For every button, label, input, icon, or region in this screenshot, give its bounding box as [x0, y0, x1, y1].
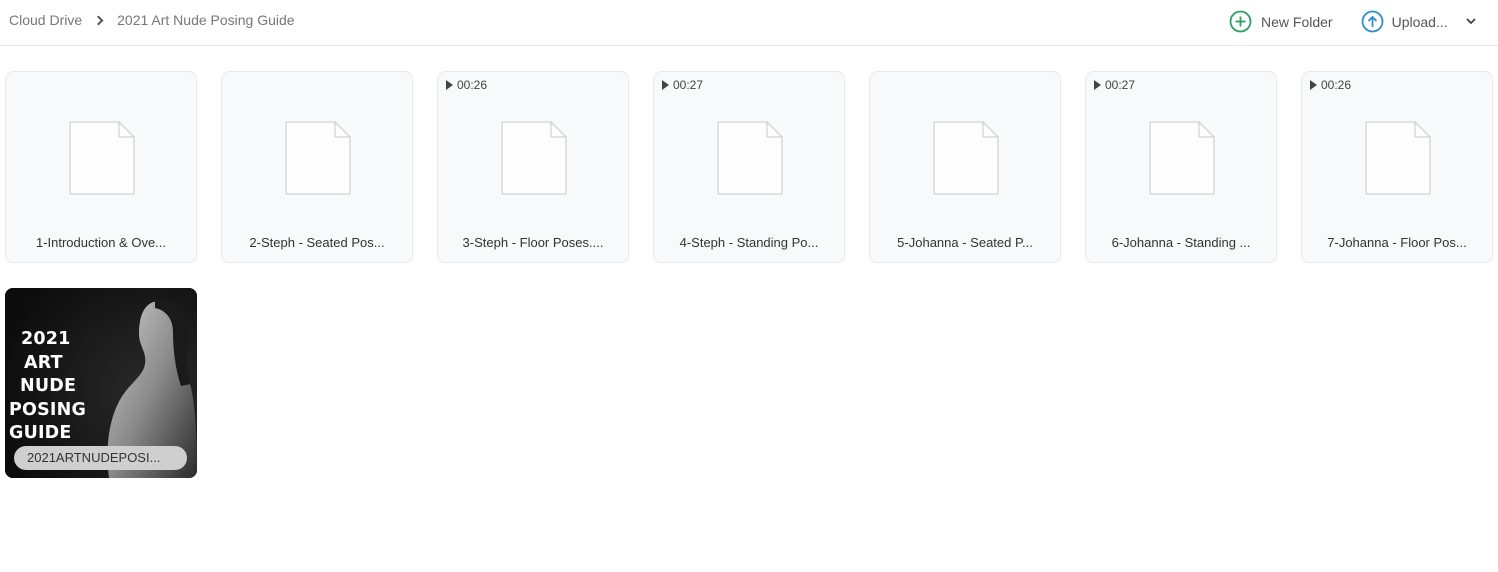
- poster-line: GUIDE: [9, 423, 72, 443]
- file-tile[interactable]: 5-Johanna - Seated P...: [869, 71, 1061, 263]
- video-file-tile[interactable]: 00:27 4-Steph - Standing Po...: [653, 71, 845, 263]
- play-icon: [662, 80, 669, 90]
- duration-text: 00:26: [1321, 78, 1352, 92]
- file-name: 7-Johanna - Floor Pos...: [1327, 235, 1467, 250]
- file-icon: [285, 121, 351, 195]
- poster-line: 2021: [21, 329, 71, 349]
- new-folder-button[interactable]: New Folder: [1229, 10, 1333, 33]
- breadcrumb-root[interactable]: Cloud Drive: [9, 12, 82, 28]
- file-name: 6-Johanna - Standing ...: [1111, 235, 1251, 250]
- file-icon: [933, 121, 999, 195]
- poster-line: POSING: [9, 399, 87, 420]
- top-bar: Cloud Drive 2021 Art Nude Posing Guide N…: [0, 0, 1498, 46]
- duration-text: 00:27: [673, 78, 704, 92]
- breadcrumb-current: 2021 Art Nude Posing Guide: [117, 12, 295, 28]
- file-icon: [501, 121, 567, 195]
- poster-title: 2021 ART NUDE POSING GUIDE: [9, 328, 86, 446]
- video-duration: 00:26: [1310, 78, 1351, 92]
- file-name: 2-Steph - Seated Pos...: [249, 235, 385, 250]
- play-icon: [446, 80, 453, 90]
- image-file-name: 2021ARTNUDEPOSI...: [14, 446, 187, 470]
- new-folder-label: New Folder: [1261, 13, 1333, 30]
- file-icon: [717, 121, 783, 195]
- file-name: 1-Introduction & Ove...: [35, 235, 167, 250]
- file-name: 5-Johanna - Seated P...: [897, 235, 1033, 250]
- video-duration: 00:27: [662, 78, 703, 92]
- video-duration: 00:27: [1094, 78, 1135, 92]
- file-name: 4-Steph - Standing Po...: [679, 235, 819, 250]
- upload-button[interactable]: Upload...: [1361, 10, 1477, 33]
- plus-circle-icon: [1229, 10, 1252, 33]
- chevron-down-icon[interactable]: [1465, 16, 1477, 28]
- play-icon: [1094, 80, 1101, 90]
- duration-text: 00:27: [1105, 78, 1136, 92]
- file-tile[interactable]: 2-Steph - Seated Pos...: [221, 71, 413, 263]
- file-tile[interactable]: 1-Introduction & Ove...: [5, 71, 197, 263]
- video-file-tile[interactable]: 00:26 7-Johanna - Floor Pos...: [1301, 71, 1493, 263]
- poster-line: NUDE: [20, 376, 77, 396]
- duration-text: 00:26: [457, 78, 488, 92]
- breadcrumb: Cloud Drive 2021 Art Nude Posing Guide: [9, 12, 295, 28]
- play-icon: [1310, 80, 1317, 90]
- file-icon: [1149, 121, 1215, 195]
- video-file-tile[interactable]: 00:27 6-Johanna - Standing ...: [1085, 71, 1277, 263]
- image-file-tile[interactable]: 2021 ART NUDE POSING GUIDE 2021ARTNUDEPO…: [5, 288, 197, 478]
- chevron-right-icon: [93, 15, 104, 25]
- video-duration: 00:26: [446, 78, 487, 92]
- file-icon: [69, 121, 135, 195]
- upload-label: Upload...: [1391, 13, 1448, 30]
- poster-line: ART: [24, 352, 63, 373]
- toolbar-actions: New Folder Upload...: [1229, 10, 1477, 33]
- video-file-tile[interactable]: 00:26 3-Steph - Floor Poses....: [437, 71, 629, 263]
- file-icon: [1365, 121, 1431, 195]
- upload-circle-icon: [1361, 10, 1384, 33]
- file-name: 3-Steph - Floor Poses....: [462, 235, 604, 250]
